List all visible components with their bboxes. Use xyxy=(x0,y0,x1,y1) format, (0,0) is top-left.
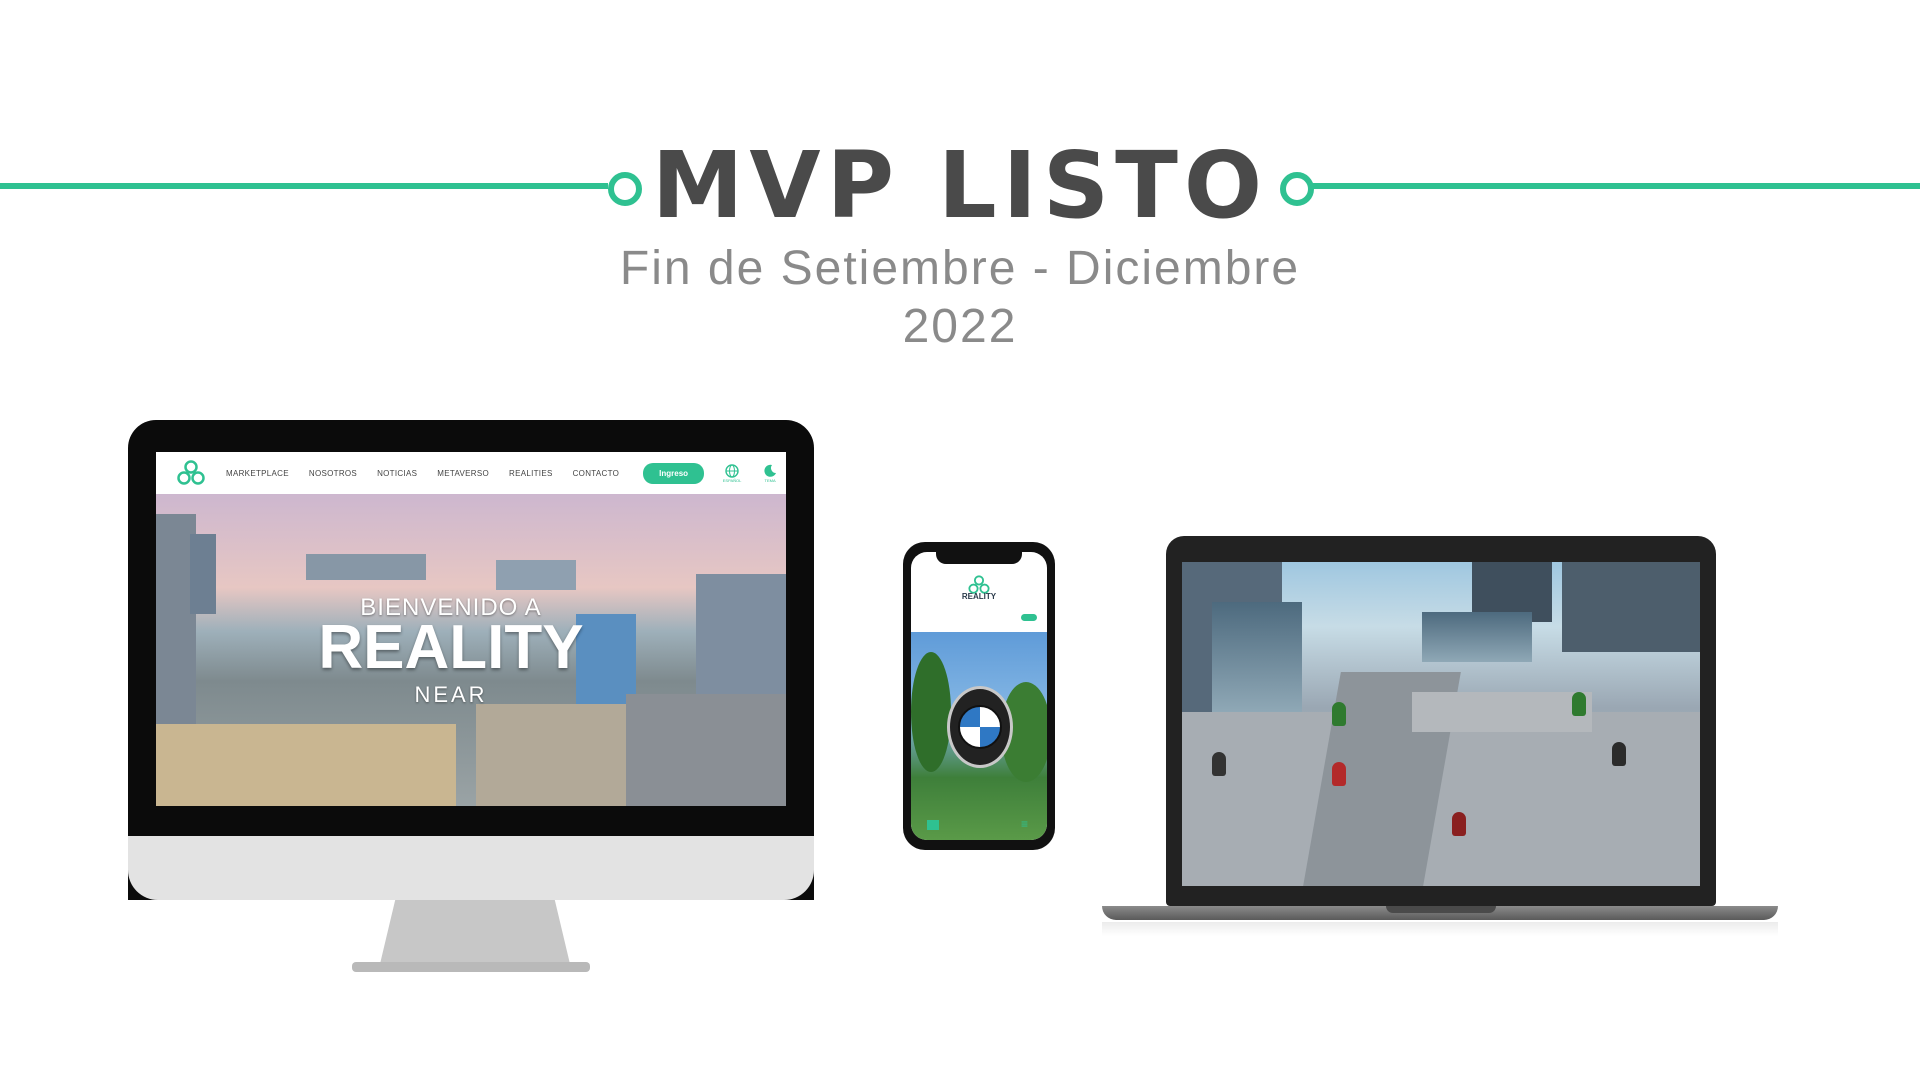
nav-item-realities[interactable]: REALITIES xyxy=(509,469,553,478)
hero-brand: REALITY xyxy=(318,613,584,682)
monitor-stand xyxy=(380,900,570,964)
language-selector[interactable]: ESPAÑOL xyxy=(722,463,742,483)
website-screen: MARKETPLACE NOSOTROS NOTICIAS METAVERSO … xyxy=(156,452,786,806)
website-hero: BIENVENIDO A REALITY NEAR xyxy=(156,494,786,806)
laptop-screen-metaverse xyxy=(1182,562,1700,886)
nav-item-marketplace[interactable]: MARKETPLACE xyxy=(226,469,289,478)
theme-toggle[interactable]: TEMA xyxy=(760,464,780,483)
nav-item-nosotros[interactable]: NOSOTROS xyxy=(309,469,357,478)
reality-logo-icon[interactable] xyxy=(176,458,206,488)
map-icon[interactable] xyxy=(927,820,939,830)
moon-icon xyxy=(764,464,777,477)
laptop-shadow xyxy=(1102,922,1778,936)
website-navbar: MARKETPLACE NOSOTROS NOTICIAS METAVERSO … xyxy=(156,452,786,494)
nav-item-contacto[interactable]: CONTACTO xyxy=(573,469,620,478)
bmw-emblem[interactable] xyxy=(947,686,1013,768)
subtitle-date-range: Fin de Setiembre - Diciembre xyxy=(619,242,1301,295)
phone-notch xyxy=(936,552,1022,564)
login-button[interactable]: Ingreso xyxy=(643,462,705,484)
page-subtitle: Fin de Setiembre - Diciembre 2022 xyxy=(0,240,1920,356)
nav-item-noticias[interactable]: NOTICIAS xyxy=(377,469,417,478)
hero-near: NEAR xyxy=(414,682,488,707)
menu-icon[interactable]: ≡ xyxy=(1021,818,1033,830)
laptop-notch xyxy=(1386,906,1496,913)
phone-toggle[interactable] xyxy=(1021,614,1037,621)
nav-item-metaverso[interactable]: METAVERSO xyxy=(437,469,489,478)
page-title: MVP LISTO xyxy=(651,132,1269,239)
phone-screen: REALITY ≡ xyxy=(911,552,1047,840)
language-label: ESPAÑOL xyxy=(722,477,742,483)
monitor-chin xyxy=(128,836,814,900)
globe-icon xyxy=(725,463,739,478)
theme-label: TEMA xyxy=(764,477,776,483)
subtitle-year: 2022 xyxy=(902,300,1018,353)
phone-brand: REALITY xyxy=(961,592,997,601)
monitor-base xyxy=(352,962,590,972)
